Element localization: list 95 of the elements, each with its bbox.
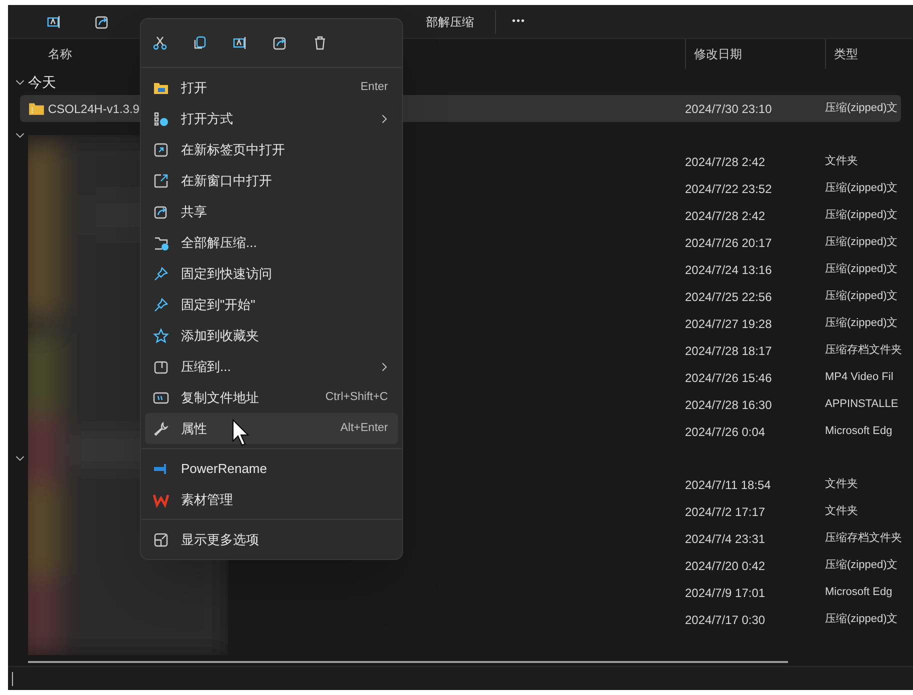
menu-item[interactable]: 在新标签页中打开 (145, 134, 398, 165)
menu-item[interactable]: 复制文件地址 Ctrl+Shift+C (145, 382, 398, 413)
pin-icon (153, 296, 169, 312)
file-row[interactable]: 2024/7/2 17:17 文件夹 (405, 498, 901, 525)
menu-item[interactable]: 在新窗口中打开 (145, 165, 398, 196)
file-row[interactable]: 2024/7/24 13:16 压缩(zipped)文 (405, 256, 901, 283)
modified-date: 2024/7/22 23:52 (685, 180, 772, 198)
file-name: CSOL24H-v1.3.9 (48, 100, 140, 118)
file-type: 压缩(zipped)文 (825, 100, 898, 116)
menu-item[interactable]: 素材管理 (145, 484, 398, 515)
modified-date: 2024/7/26 0:04 (685, 424, 766, 440)
cut-icon (152, 35, 168, 51)
file-row[interactable]: 2024/7/28 2:42 文件夹 (405, 148, 901, 175)
extract-folder-icon (153, 234, 169, 250)
modified-date: 2024/7/26 20:17 (685, 234, 772, 252)
share-icon (94, 14, 110, 30)
modified-date: 2024/7/28 18:17 (685, 342, 772, 360)
menu-item[interactable]: 压缩到... (145, 351, 398, 382)
column-header[interactable]: 修改日期 (694, 45, 742, 63)
file-row[interactable]: 2024/7/26 0:04 Microsoft Edg (405, 418, 901, 445)
modified-date: 2024/7/17 0:30 (685, 612, 766, 628)
file-row[interactable]: 2024/7/28 16:30 APPINSTALLE (405, 391, 901, 418)
modified-date: 2024/7/30 23:10 (685, 100, 772, 118)
menu-item[interactable]: 添加到收藏夹 (145, 320, 398, 351)
star-icon (153, 328, 169, 344)
file-row[interactable]: 2024/7/28 18:17 压缩存档文件夹 (405, 337, 901, 364)
status-divider (12, 672, 13, 686)
open-with-icon (153, 110, 169, 126)
modified-date: 2024/7/9 17:01 (685, 584, 766, 602)
file-type: 压缩(zipped)文 (825, 208, 898, 224)
delete-icon (312, 35, 328, 51)
file-row[interactable]: 2024/7/20 0:42 压缩(zipped)文 (405, 552, 901, 579)
file-type: 压缩(zipped)文 (825, 316, 898, 332)
copy-icon (192, 35, 208, 51)
file-row[interactable]: 2024/7/28 2:42 压缩(zipped)文 (405, 202, 901, 229)
file-type: 压缩(zipped)文 (825, 612, 898, 628)
file-type: 压缩(zipped)文 (825, 180, 898, 196)
extract-all-button[interactable]: 部解压缩 (426, 6, 474, 36)
modified-date: 2024/7/11 18:54 (685, 476, 771, 494)
file-type: APPINSTALLE (825, 397, 898, 412)
file-row[interactable]: 2024/7/22 23:52 压缩(zipped)文 (405, 175, 901, 202)
modified-date: 2024/7/20 0:42 (685, 558, 766, 574)
file-row[interactable]: 2024/7/9 17:01 Microsoft Edg (405, 579, 901, 606)
file-type: 文件夹 (825, 476, 858, 492)
file-row[interactable]: 2024/7/26 20:17 压缩(zipped)文 (405, 229, 901, 256)
modified-date: 2024/7/28 16:30 (685, 396, 772, 414)
modified-date: 2024/7/28 2:42 (685, 154, 766, 170)
modified-date: 2024/7/24 13:16 (685, 262, 772, 278)
file-type: 压缩存档文件夹 (825, 530, 902, 546)
modified-date: 2024/7/25 22:56 (685, 288, 772, 306)
menu-item[interactable]: PowerRename (145, 453, 398, 484)
rename-icon (46, 14, 62, 30)
file-type: Microsoft Edg (825, 585, 892, 600)
wrench-icon (153, 420, 169, 436)
file-row[interactable]: 2024/7/11 18:54 文件夹 (405, 471, 901, 498)
file-type: Microsoft Edg (825, 424, 892, 440)
new-tab-icon (153, 142, 169, 158)
modified-date: 2024/7/26 15:46 (685, 370, 772, 386)
menu-item[interactable]: 显示更多选项 (145, 524, 398, 555)
column-header[interactable]: 类型 (834, 45, 858, 63)
file-type: 压缩(zipped)文 (825, 262, 898, 278)
file-type: 文件夹 (825, 504, 858, 520)
modified-date: 2024/7/4 23:31 (685, 530, 766, 548)
file-type: 压缩存档文件夹 (825, 342, 902, 358)
share-icon (272, 35, 288, 51)
menu-item[interactable]: 固定到"开始" (145, 289, 398, 320)
new-window-icon (153, 172, 169, 188)
file-row[interactable]: 2024/7/17 0:30 压缩(zipped)文 (405, 606, 901, 633)
modified-date: 2024/7/27 19:28 (685, 316, 772, 332)
share-icon (153, 204, 169, 220)
file-row[interactable]: 2024/7/25 22:56 压缩(zipped)文 (405, 283, 901, 310)
file-type: MP4 Video Fil (825, 370, 894, 386)
pin-icon (153, 266, 169, 282)
copy-path-icon (153, 390, 169, 406)
file-row[interactable]: 2024/7/26 15:46 MP4 Video Fil (405, 364, 901, 391)
mouse-pointer-icon (232, 419, 250, 447)
menu-item[interactable]: 固定到快速访问 (145, 258, 398, 289)
modified-date: 2024/7/2 17:17 (685, 504, 766, 520)
file-type: 压缩(zipped)文 (825, 288, 898, 304)
modified-date: 2024/7/28 2:42 (685, 208, 766, 224)
group-header[interactable]: 今天 (28, 72, 56, 92)
column-header[interactable]: 名称 (48, 45, 72, 63)
rename-icon (232, 35, 248, 51)
menu-item[interactable]: 共享 (145, 196, 398, 227)
file-row[interactable]: 2024/7/27 19:28 压缩(zipped)文 (405, 310, 901, 337)
zip-folder-icon (28, 100, 45, 117)
file-type: 压缩(zipped)文 (825, 234, 898, 250)
scrollbar[interactable] (28, 661, 788, 663)
file-type: 压缩(zipped)文 (825, 558, 898, 574)
file-type: 文件夹 (825, 154, 858, 170)
menu-item[interactable]: 全部解压缩... (145, 227, 398, 258)
file-row[interactable]: 2024/7/4 23:31 压缩存档文件夹 (405, 525, 901, 552)
more-options-icon (153, 532, 169, 548)
menu-item[interactable]: 属性 Alt+Enter (145, 413, 398, 444)
more-button[interactable]: ••• (512, 6, 526, 36)
